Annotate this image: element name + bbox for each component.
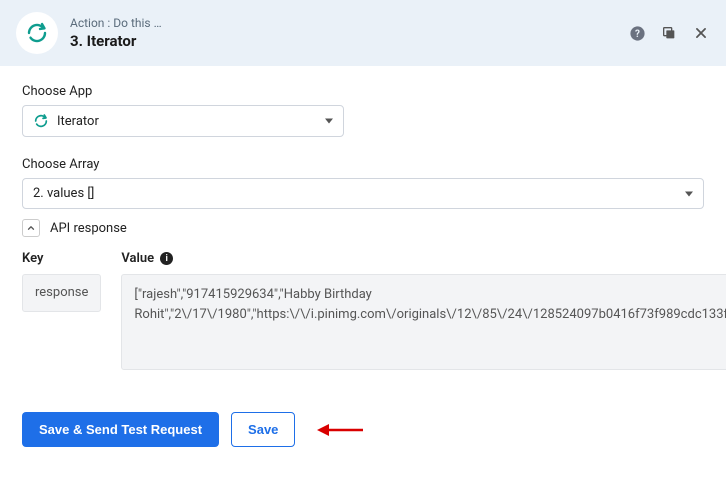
copy-icon[interactable] <box>660 24 678 42</box>
save-send-test-button[interactable]: Save & Send Test Request <box>22 412 219 447</box>
footer-actions: Save & Send Test Request Save <box>22 412 704 447</box>
api-response-row: API response <box>22 219 704 237</box>
value-value-box: ["rajesh","917415929634","Habby Birthday… <box>121 274 726 370</box>
choose-app-label: Choose App <box>22 84 704 99</box>
key-label: Key <box>22 251 101 266</box>
chevron-down-icon <box>685 191 693 196</box>
save-button[interactable]: Save <box>231 412 295 447</box>
value-column: Value i ["rajesh","917415929634","Habby … <box>121 251 726 370</box>
kv-row: Key response Value i ["rajesh","91741592… <box>22 251 704 370</box>
key-column: Key response <box>22 251 101 370</box>
choose-app-select[interactable]: Iterator <box>22 105 344 137</box>
help-icon[interactable]: ? <box>628 24 646 42</box>
value-label-text: Value <box>121 251 154 266</box>
header-title: 3. Iterator <box>70 32 628 50</box>
config-body: Choose App Iterator Choose Array 2. valu… <box>0 66 726 469</box>
header-text: Action : Do this … 3. Iterator <box>70 16 628 50</box>
iterator-icon <box>33 113 49 129</box>
info-icon[interactable]: i <box>160 252 173 265</box>
choose-app-value: Iterator <box>57 114 99 129</box>
svg-text:?: ? <box>635 29 640 40</box>
header-subtitle: Action : Do this … <box>70 16 628 30</box>
step-header: Action : Do this … 3. Iterator ? <box>0 0 726 66</box>
iterator-icon <box>25 21 49 45</box>
annotation-arrow-icon <box>317 422 363 438</box>
choose-array-value: 2. values [] <box>33 186 94 201</box>
collapse-toggle[interactable] <box>22 219 40 237</box>
choose-array-select[interactable]: 2. values [] <box>22 178 704 209</box>
key-value-box: response <box>22 274 101 312</box>
choose-array-label: Choose Array <box>22 157 704 172</box>
header-actions: ? <box>628 24 710 42</box>
app-avatar <box>16 12 58 54</box>
api-response-label: API response <box>50 221 127 236</box>
chevron-down-icon <box>325 119 333 124</box>
close-icon[interactable] <box>692 24 710 42</box>
value-label: Value i <box>121 251 726 266</box>
